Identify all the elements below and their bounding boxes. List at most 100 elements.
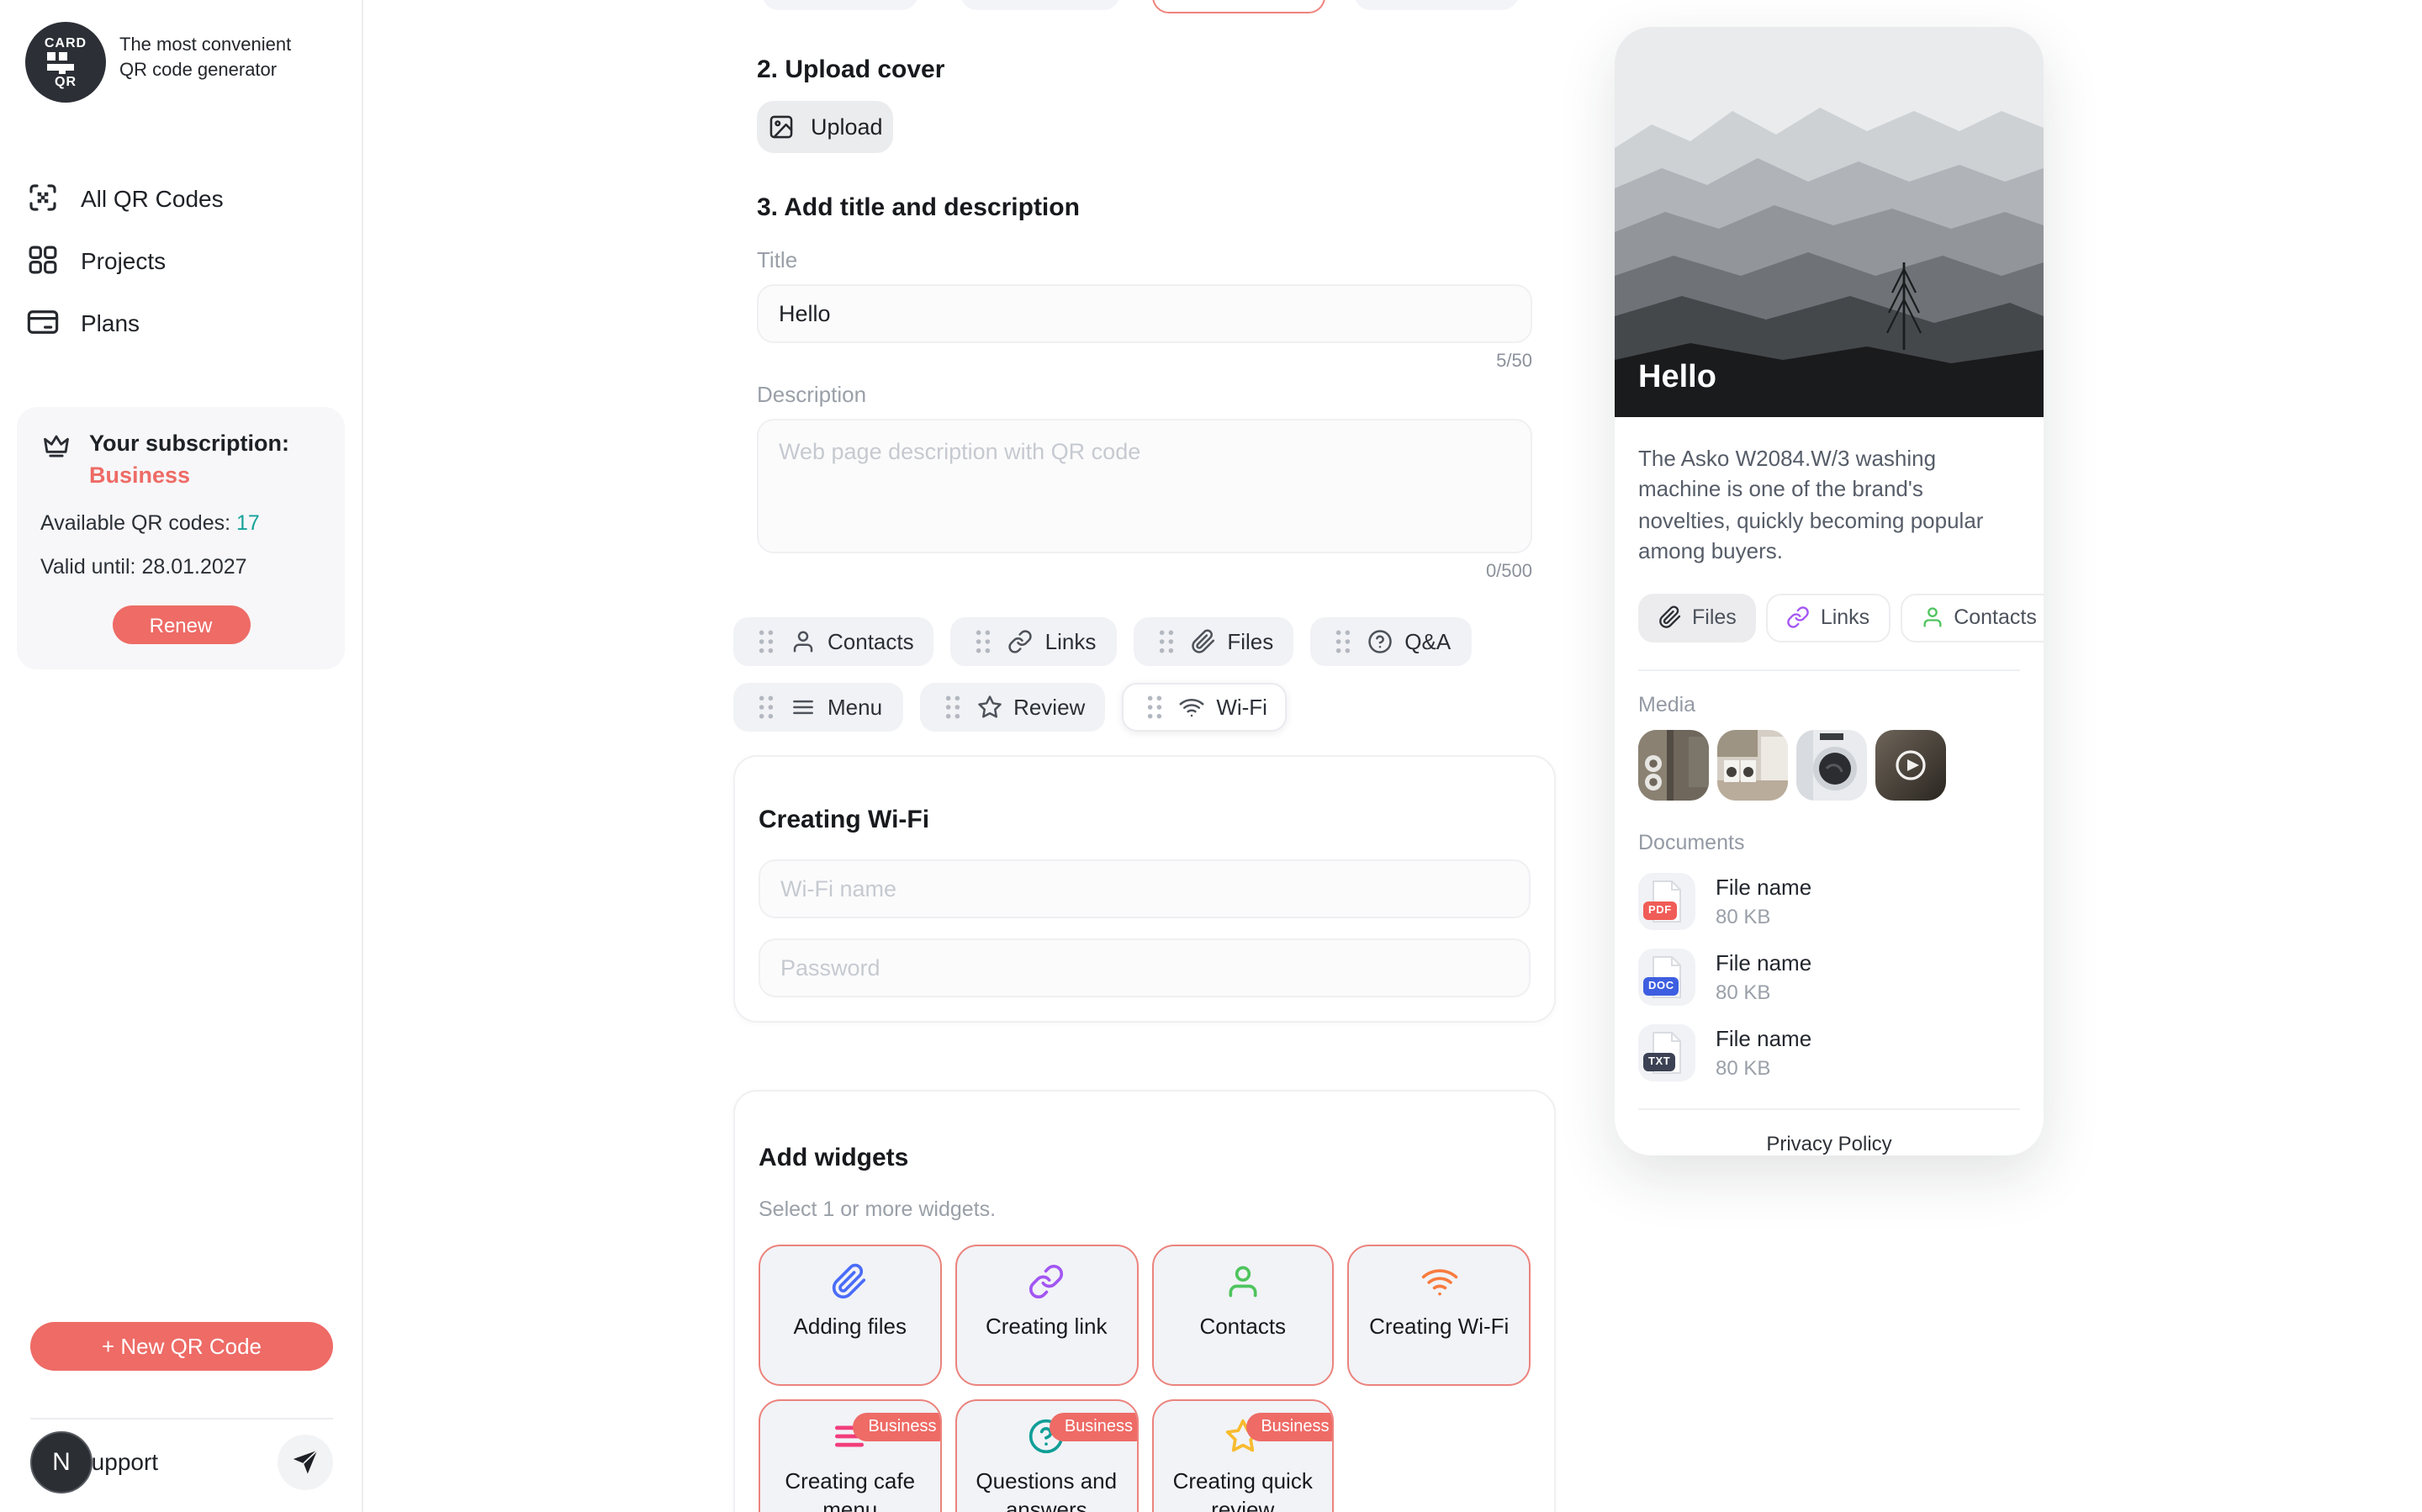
- chip-review[interactable]: Review: [919, 683, 1105, 732]
- media-thumb-video[interactable]: [1875, 730, 1946, 801]
- privacy-policy-link[interactable]: Privacy Policy: [1638, 1132, 2020, 1155]
- add-widgets-subtitle: Select 1 or more widgets.: [759, 1197, 1531, 1221]
- widget-questions-answers[interactable]: Business Questions and answers: [955, 1399, 1139, 1512]
- chip-files[interactable]: Files: [1133, 617, 1293, 666]
- qr-scan-icon: [25, 180, 61, 215]
- chip-qa[interactable]: Q&A: [1310, 617, 1471, 666]
- preview-title: Hello: [1638, 360, 1716, 397]
- card-qr-logo-icon: CARD QR: [25, 22, 106, 103]
- credit-card-icon: [25, 304, 61, 340]
- user-icon: [1224, 1263, 1261, 1300]
- description-label: Description: [757, 382, 1532, 407]
- valid-until: Valid until: 28.01.2027: [40, 555, 321, 579]
- business-badge: Business: [1050, 1413, 1138, 1441]
- paperclip-icon: [832, 1263, 869, 1300]
- upload-cover-button[interactable]: Upload: [757, 101, 893, 153]
- chip-links[interactable]: Links: [951, 617, 1117, 666]
- subscription-title: Your subscription:: [89, 429, 289, 458]
- support-row: N Support: [30, 1431, 333, 1492]
- document-row-doc[interactable]: DOC File name80 KB: [1638, 949, 2020, 1006]
- preview-divider: [1638, 669, 2020, 671]
- wifi-password-input[interactable]: [759, 938, 1531, 997]
- description-counter: 0/500: [757, 562, 1532, 582]
- link-icon: [1787, 606, 1811, 630]
- sidebar-divider: [30, 1418, 333, 1419]
- media-thumb-laundry-room[interactable]: [1717, 730, 1788, 801]
- add-widgets-title: Add widgets: [759, 1144, 1531, 1172]
- step-tab-partial[interactable]: [762, 0, 918, 10]
- media-thumb-washer-closet[interactable]: [1638, 730, 1709, 801]
- wifi-name-input[interactable]: [759, 859, 1531, 918]
- footer-divider: [1638, 1108, 2020, 1110]
- widget-creating-link[interactable]: Creating link: [955, 1245, 1139, 1386]
- available-qr-count: 17: [236, 511, 260, 535]
- drag-handle-icon[interactable]: [754, 629, 779, 654]
- sidebar-item-plans[interactable]: Plans: [0, 291, 362, 353]
- chip-wifi[interactable]: Wi-Fi: [1122, 683, 1288, 732]
- step2-heading: 2. Upload cover: [757, 56, 1532, 84]
- drag-handle-icon[interactable]: [1330, 629, 1356, 654]
- brand-tagline: The most convenient QR code generator: [119, 34, 291, 83]
- mountain-landscape-photo: [1615, 27, 2044, 417]
- widget-chips-row: Contacts Links Files Q&A Menu: [733, 617, 1556, 732]
- user-icon: [1920, 606, 1943, 630]
- star-icon: [976, 695, 1002, 720]
- sidebar: CARD QR The most convenient QR code gene…: [0, 0, 363, 1512]
- drag-handle-icon[interactable]: [939, 695, 965, 720]
- widget-creating-wifi[interactable]: Creating Wi-Fi: [1348, 1245, 1531, 1386]
- step-tabs-clipped: [733, 0, 1556, 13]
- creating-wifi-card: Creating Wi-Fi: [733, 755, 1556, 1023]
- step-tab-partial[interactable]: [1354, 0, 1519, 10]
- media-label: Media: [1638, 693, 2020, 716]
- drag-handle-icon[interactable]: [971, 629, 997, 654]
- step-tab-partial[interactable]: [960, 0, 1120, 10]
- preview-tab-contacts[interactable]: Contacts: [1900, 594, 2044, 642]
- widget-contacts[interactable]: Contacts: [1151, 1245, 1335, 1386]
- grid-icon: [25, 242, 61, 278]
- logo-card-text: CARD: [45, 36, 87, 50]
- pdf-file-icon: PDF: [1638, 873, 1695, 930]
- preview-tab-links[interactable]: Links: [1767, 594, 1890, 642]
- support-send-button[interactable]: [278, 1434, 333, 1489]
- card-qr-app: CARD QR The most convenient QR code gene…: [0, 0, 2422, 1512]
- logo-pixel-glyph: [47, 51, 84, 73]
- document-row-txt[interactable]: TXT File name80 KB: [1638, 1024, 2020, 1081]
- txt-file-icon: TXT: [1638, 1024, 1695, 1081]
- sidebar-item-label: Projects: [81, 246, 166, 273]
- doc-file-icon: DOC: [1638, 949, 1695, 1006]
- preview-footer: Privacy Policy © 2025 CARD QR. All right…: [1638, 1132, 2020, 1155]
- renew-button[interactable]: Renew: [112, 605, 250, 644]
- crown-icon: [40, 431, 72, 463]
- widget-creating-cafe-menu[interactable]: Business Creating cafe menu: [759, 1399, 942, 1512]
- drag-handle-icon[interactable]: [754, 695, 779, 720]
- tagline-line1: The most convenient: [119, 34, 291, 59]
- link-icon: [1008, 629, 1034, 654]
- title-label: Title: [757, 247, 1532, 272]
- logo-qr-text: QR: [55, 75, 77, 88]
- step-tab-partial-active[interactable]: [1152, 0, 1325, 13]
- add-widgets-card: Add widgets Select 1 or more widgets. Ad…: [733, 1090, 1556, 1512]
- link-icon: [1028, 1263, 1065, 1300]
- media-thumb-washer-front[interactable]: [1796, 730, 1867, 801]
- new-qr-code-button[interactable]: + New QR Code: [30, 1322, 333, 1371]
- sidebar-nav: All QR Codes Projects Plans: [0, 167, 362, 353]
- sidebar-item-all-qr-codes[interactable]: All QR Codes: [0, 167, 362, 229]
- preview-tab-files[interactable]: Files: [1638, 594, 1757, 642]
- title-input[interactable]: [757, 284, 1532, 343]
- paper-plane-icon: [291, 1447, 320, 1476]
- drag-handle-icon[interactable]: [1142, 695, 1167, 720]
- user-avatar[interactable]: N: [30, 1431, 93, 1493]
- creating-wifi-title: Creating Wi-Fi: [759, 806, 1531, 834]
- drag-handle-icon[interactable]: [1153, 629, 1178, 654]
- business-badge: Business: [853, 1413, 941, 1441]
- editor-column: 2. Upload cover Upload 3. Add title and …: [733, 0, 1556, 1512]
- upload-label: Upload: [811, 114, 883, 140]
- widget-adding-files[interactable]: Adding files: [759, 1245, 942, 1386]
- sidebar-item-projects[interactable]: Projects: [0, 229, 362, 291]
- chip-contacts[interactable]: Contacts: [733, 617, 934, 666]
- description-textarea[interactable]: [757, 419, 1532, 553]
- widget-creating-quick-review[interactable]: Business Creating quick review: [1151, 1399, 1335, 1512]
- document-row-pdf[interactable]: PDF File name80 KB: [1638, 873, 2020, 930]
- user-icon: [791, 629, 816, 654]
- chip-menu[interactable]: Menu: [733, 683, 902, 732]
